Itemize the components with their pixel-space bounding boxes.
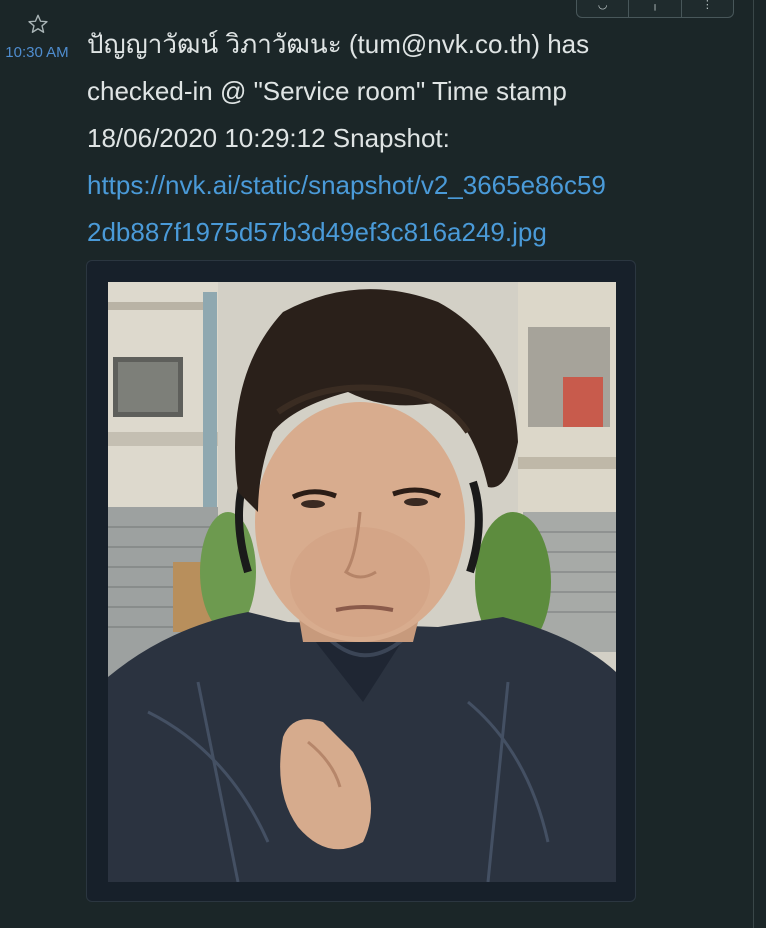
reply-icon: ╷ [651, 0, 659, 11]
snapshot-image[interactable] [108, 282, 616, 882]
snapshot-link[interactable]: https://nvk.ai/static/snapshot/v2_3665e8… [87, 162, 707, 209]
message-hover-toolbar: ◡ ╷ ⋮ [576, 0, 734, 18]
message-line: 18/06/2020 10:29:12 Snapshot: [87, 123, 450, 153]
more-options-icon: ⋮ [701, 0, 713, 11]
message-timestamp[interactable]: 10:30 AM [0, 44, 76, 61]
star-icon[interactable] [27, 13, 49, 35]
more-options-button[interactable]: ⋮ [682, 0, 733, 17]
message-line: checked-in @ "Service room" Time stamp [87, 76, 567, 106]
snapshot-link-continued[interactable]: 2db887f1975d57b3d49ef3c816a249.jpg [87, 209, 707, 256]
image-attachment[interactable] [86, 260, 636, 902]
emoji-reaction-button[interactable]: ◡ [577, 0, 630, 17]
emoji-reaction-icon: ◡ [597, 0, 608, 11]
message-line: ปัญญาวัฒน์ วิภาวัฒนะ (tum@nvk.co.th) has [87, 29, 590, 59]
message-body: ปัญญาวัฒน์ วิภาวัฒนะ (tum@nvk.co.th) has… [87, 21, 707, 256]
right-panel-border [753, 0, 766, 928]
reply-button[interactable]: ╷ [629, 0, 682, 17]
